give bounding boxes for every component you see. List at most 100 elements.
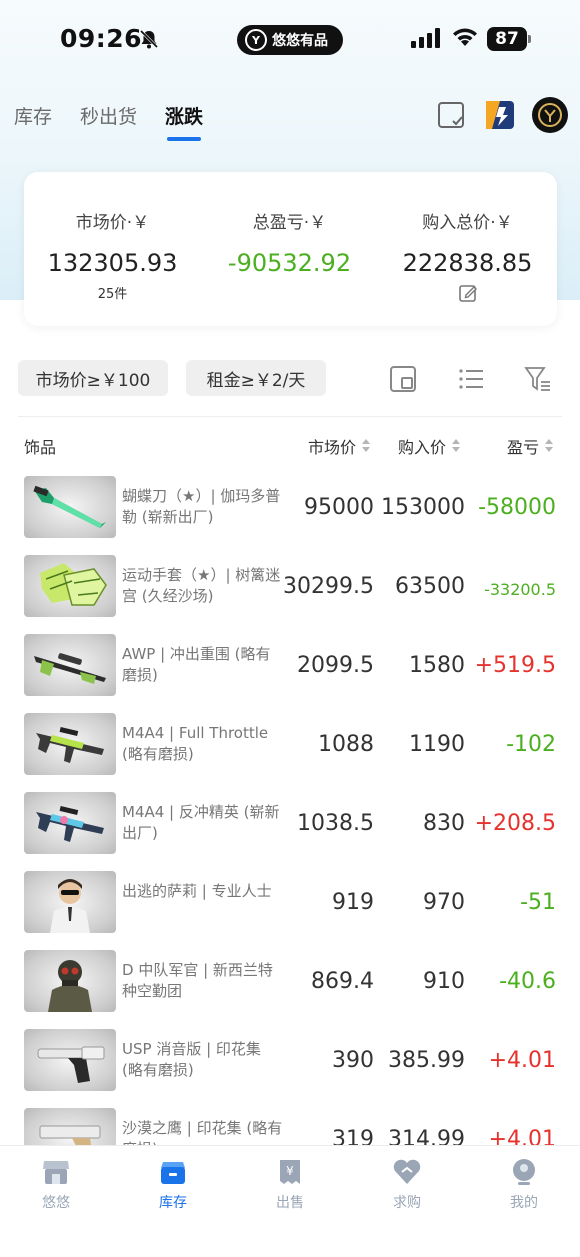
profit-total: 总盈亏·￥ -90532.92 (201, 172, 378, 277)
market-total: 市场价·￥ 132305.93 25件 (24, 172, 201, 302)
market-price: 390 (332, 1048, 374, 1073)
profit-loss: -51 (520, 890, 556, 915)
buy-price: 385.99 (388, 1048, 465, 1073)
rifle-icon (24, 713, 116, 775)
profit-loss: -33200.5 (484, 580, 556, 599)
tab-inventory[interactable]: 库存 (14, 102, 52, 129)
market-price: 1038.5 (297, 811, 374, 836)
nav-sell[interactable]: ¥ 出售 (250, 1158, 330, 1212)
bottom-nav: 悠悠 库存 ¥ 出售 求购 我的 (0, 1145, 580, 1257)
youpin-avatar-icon (538, 103, 562, 127)
item-name: 运动手套（★）| 树篱迷宫 (久经沙场) (122, 566, 281, 605)
filter-icon[interactable] (524, 365, 552, 393)
buy-price: 63500 (395, 574, 465, 599)
item-name: D 中队军官 | 新西兰特种空勤团 (122, 961, 273, 1000)
buy-price: 910 (423, 969, 465, 994)
rifle-icon (24, 792, 116, 854)
checkbox-select-icon[interactable] (436, 99, 468, 131)
knife-icon (24, 476, 116, 538)
profit-loss: -102 (506, 732, 556, 757)
cs-game-icon[interactable] (484, 99, 516, 131)
nav-label: 库存 (159, 1195, 187, 1211)
market-total-value: 132305.93 (47, 249, 178, 277)
wish-icon (393, 1159, 421, 1184)
app-indicator[interactable]: Y 悠悠有品 (237, 25, 343, 55)
profit-loss: -40.6 (499, 969, 556, 994)
item-name: USP 消音版 | 印花集 (略有磨损) (122, 1040, 261, 1079)
table-row[interactable]: D 中队军官 | 新西兰特种空勤团 869.4 910 -40.6 (0, 942, 580, 1021)
svg-text:¥: ¥ (286, 1164, 294, 1178)
youpin-logo-icon: Y (245, 29, 267, 51)
summary-card: 市场价·￥ 132305.93 25件 总盈亏·￥ -90532.92 购入总价… (24, 172, 557, 326)
profit-total-label: 总盈亏·￥ (252, 213, 327, 233)
agent-icon (24, 871, 116, 933)
sort-icon (545, 439, 554, 453)
sell-icon: ¥ (280, 1160, 300, 1184)
card-view-icon[interactable] (389, 365, 417, 393)
nav-wish[interactable]: 求购 (367, 1158, 447, 1212)
item-count: 25件 (97, 287, 128, 302)
item-name: M4A4 | Full Throttle (略有磨损) (122, 724, 269, 763)
nav-label: 悠悠 (42, 1195, 70, 1211)
nav-profile[interactable]: 我的 (484, 1158, 564, 1212)
inventory-icon (161, 1162, 185, 1184)
inventory-list: 蝴蝶刀（★）| 伽玛多普勒 (崭新出厂) 95000 153000 -58000… (0, 468, 580, 1179)
filter-market-price[interactable]: 市场价≥￥100 (18, 360, 168, 396)
buy-price: 1580 (409, 653, 465, 678)
table-row[interactable]: 运动手套（★）| 树篱迷宫 (久经沙场) 30299.5 63500 -3320… (0, 547, 580, 626)
wifi-icon (453, 28, 477, 46)
filter-rent[interactable]: 租金≥￥2/天 (186, 360, 326, 396)
nav-label: 出售 (276, 1195, 304, 1211)
column-header-market[interactable]: 市场价 (308, 434, 371, 458)
profit-loss: +519.5 (474, 653, 556, 678)
mute-bell-icon (139, 29, 159, 49)
table-row[interactable]: 出逃的萨莉 | 专业人士 919 970 -51 (0, 863, 580, 942)
table-row[interactable]: 蝴蝶刀（★）| 伽玛多普勒 (崭新出厂) 95000 153000 -58000 (0, 468, 580, 547)
item-name: 蝴蝶刀（★）| 伽玛多普勒 (崭新出厂) (122, 487, 281, 526)
edit-icon[interactable] (458, 283, 478, 303)
soldier-icon (24, 950, 116, 1012)
battery-tip (528, 35, 531, 43)
cost-total-label: 购入总价·￥ (422, 213, 513, 233)
table-row[interactable]: M4A4 | Full Throttle (略有磨损) 1088 1190 -1… (0, 705, 580, 784)
nav-label: 我的 (510, 1195, 538, 1211)
market-price: 1088 (318, 732, 374, 757)
profit-total-value: -90532.92 (227, 249, 352, 277)
user-avatar[interactable] (532, 97, 568, 133)
table-row[interactable]: AWP | 冲出重围 (略有磨损) 2099.5 1580 +519.5 (0, 626, 580, 705)
profile-icon (513, 1159, 535, 1185)
column-header-buy[interactable]: 购入价 (398, 434, 461, 458)
table-row[interactable]: M4A4 | 反冲精英 (崭新出厂) 1038.5 830 +208.5 (0, 784, 580, 863)
tab-quick-sell[interactable]: 秒出货 (80, 102, 137, 129)
nav-youyou[interactable]: 悠悠 (16, 1158, 96, 1212)
tab-price-change[interactable]: 涨跌 (165, 102, 203, 141)
market-total-label: 市场价·￥ (75, 213, 150, 233)
cost-total-value: 222838.85 (402, 249, 533, 277)
market-price: 919 (332, 890, 374, 915)
gloves-icon (24, 555, 116, 617)
table-row[interactable]: USP 消音版 | 印花集 (略有磨损) 390 385.99 +4.01 (0, 1021, 580, 1100)
sniper-rifle-icon (24, 634, 116, 696)
market-price: 95000 (304, 495, 374, 520)
store-icon (43, 1161, 69, 1184)
status-bar: 09:26 Y 悠悠有品 87 (0, 0, 580, 80)
column-header-profit[interactable]: 盈亏 (507, 434, 554, 458)
nav-inventory[interactable]: 库存 (133, 1158, 213, 1212)
profit-loss: +4.01 (488, 1048, 556, 1073)
buy-price: 830 (423, 811, 465, 836)
buy-price: 1190 (409, 732, 465, 757)
market-price: 2099.5 (297, 653, 374, 678)
nav-label: 求购 (393, 1195, 421, 1211)
profit-loss: -58000 (478, 495, 556, 520)
list-view-icon[interactable] (457, 365, 485, 393)
pistol-icon (24, 1029, 116, 1091)
cost-total: 购入总价·￥ 222838.85 (379, 172, 556, 303)
column-header-item: 饰品 (24, 438, 57, 457)
market-price: 30299.5 (283, 574, 374, 599)
item-name: AWP | 冲出重围 (略有磨损) (122, 645, 271, 684)
item-name: 出逃的萨莉 | 专业人士 (122, 882, 272, 900)
sort-icon (452, 439, 461, 453)
battery-level: 87 (487, 27, 527, 51)
app-name: 悠悠有品 (272, 33, 328, 49)
top-tabs: 库存 秒出货 涨跌 (14, 102, 203, 141)
